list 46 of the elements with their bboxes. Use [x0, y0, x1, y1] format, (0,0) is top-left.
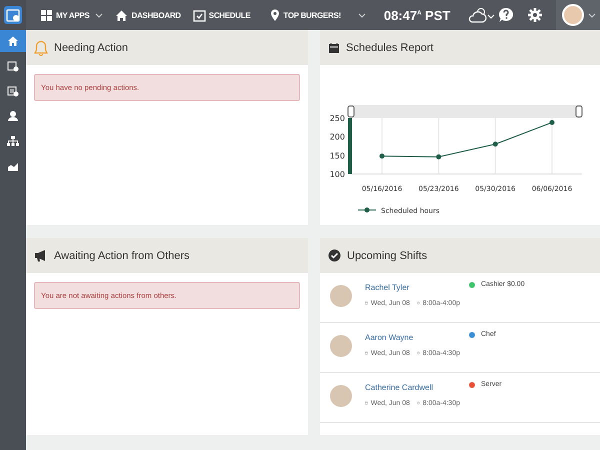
map-pin-icon: [270, 8, 280, 22]
caret-icon[interactable]: [95, 12, 104, 18]
person-name-link[interactable]: Catherine Cardwell: [365, 383, 460, 392]
house-icon: [7, 35, 19, 47]
caret-icon: [588, 12, 596, 18]
person-icon: [7, 110, 19, 122]
data-point: [380, 154, 384, 159]
panel-title: Schedules Report: [346, 42, 434, 54]
person-name-link[interactable]: Rachel Tyler: [365, 283, 460, 292]
panel-title: Awaiting Action from Others: [54, 250, 190, 262]
data-point: [550, 120, 554, 125]
help-icon: [498, 7, 514, 23]
y-axis-label: 100: [330, 170, 345, 179]
panel-title: Upcoming Shifts: [347, 250, 428, 262]
y-axis-label: 200: [330, 132, 345, 142]
clock-icon: [416, 299, 420, 307]
panel-title: Needing Action: [54, 42, 128, 54]
menu-item[interactable]: DASHBOARD: [115, 8, 181, 22]
caret-icon: [358, 12, 366, 18]
weather-icon: [468, 6, 496, 24]
menu-item[interactable]: SCHEDULE: [192, 8, 250, 22]
house-icon: [115, 8, 128, 22]
y-axis-label: 250: [330, 114, 345, 123]
clock-icon: [416, 399, 420, 407]
settings-icon: [528, 8, 542, 22]
menu-item[interactable]: MY APPS: [40, 8, 90, 22]
app-logo[interactable]: [0, 0, 26, 30]
person-name-link[interactable]: Aaron Wayne: [365, 333, 460, 342]
check-circle-icon: [328, 249, 341, 262]
clock-icon: [416, 349, 420, 357]
axis-bar: [348, 118, 352, 174]
grid-icon: [40, 8, 53, 22]
bell-icon: [34, 40, 48, 56]
clock-text: 08:47$^{A}$ PST: [384, 8, 450, 22]
avatar-circle: [330, 385, 352, 407]
y-axis-label: 150: [330, 151, 345, 160]
legend-marker: [358, 208, 376, 212]
data-point: [492, 142, 498, 147]
location-selector[interactable]: TOP BURGERS!: [270, 8, 366, 22]
avatar-circle: [330, 335, 352, 357]
sidebar-item[interactable]: [0, 30, 26, 52]
org-chart-icon: [7, 135, 19, 147]
data-point: [436, 154, 442, 160]
avatar-circle[interactable]: [562, 4, 584, 26]
avatar-circle: [330, 285, 352, 307]
megaphone-icon: [34, 249, 48, 262]
